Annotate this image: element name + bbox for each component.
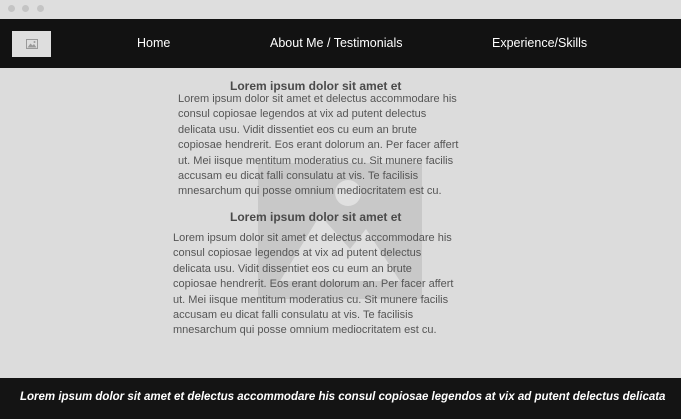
paragraph-line: ut. Mei iisque mentitum moderatius cu. S… — [173, 293, 449, 306]
image-placeholder-icon — [26, 39, 38, 49]
window-dot-minimize[interactable] — [22, 5, 29, 12]
paragraph-line: copiosae hendrerit. Eos erant dolorum an… — [173, 278, 454, 291]
section-heading: Lorem ipsum dolor sit amet et — [230, 210, 402, 224]
paragraph-line: mnesarchum qui posse omnium mediocritate… — [173, 324, 437, 337]
window-dot-close[interactable] — [8, 5, 15, 12]
paragraph-line: delicata usu. Vidit dissentiet eos cu eu… — [178, 123, 417, 136]
paragraph-line: consul copiosae legendos at vix ad puten… — [173, 247, 422, 260]
paragraph-line: copiosae hendrerit. Eos erant dolorum an… — [178, 139, 459, 152]
paragraph-line: consul copiosae legendos at vix ad puten… — [178, 108, 427, 121]
nav-link-experience-skills[interactable]: Experience/Skills — [492, 36, 587, 50]
window-chrome — [0, 0, 681, 19]
paragraph-line: mnesarchum qui posse omnium mediocritate… — [178, 185, 442, 198]
section-heading: Lorem ipsum dolor sit amet et — [230, 79, 402, 93]
logo[interactable] — [12, 31, 51, 57]
section-paragraph: Lorem ipsum dolor sit amet et delectus a… — [173, 231, 493, 339]
window-dot-maximize[interactable] — [37, 5, 44, 12]
paragraph-line: accusam eu dicat falli consulatu at vis.… — [178, 170, 419, 183]
section-paragraph: Lorem ipsum dolor sit amet et delectus a… — [178, 92, 498, 200]
paragraph-line: Lorem ipsum dolor sit amet et delectus a… — [178, 93, 457, 105]
footer-text: Lorem ipsum dolor sit amet et delectus a… — [20, 391, 666, 403]
paragraph-line: Lorem ipsum dolor sit amet et delectus a… — [173, 232, 452, 244]
footer: Lorem ipsum dolor sit amet et delectus a… — [0, 378, 681, 419]
nav-link-home[interactable]: Home — [137, 36, 170, 50]
top-navbar: Home About Me / Testimonials Experience/… — [0, 19, 681, 68]
paragraph-line: accusam eu dicat falli consulatu at vis.… — [173, 309, 414, 322]
paragraph-line: ut. Mei iisque mentitum moderatius cu. S… — [178, 154, 454, 167]
paragraph-line: delicata usu. Vidit dissentiet eos cu eu… — [173, 262, 412, 275]
nav-link-about-testimonials[interactable]: About Me / Testimonials — [270, 36, 402, 50]
